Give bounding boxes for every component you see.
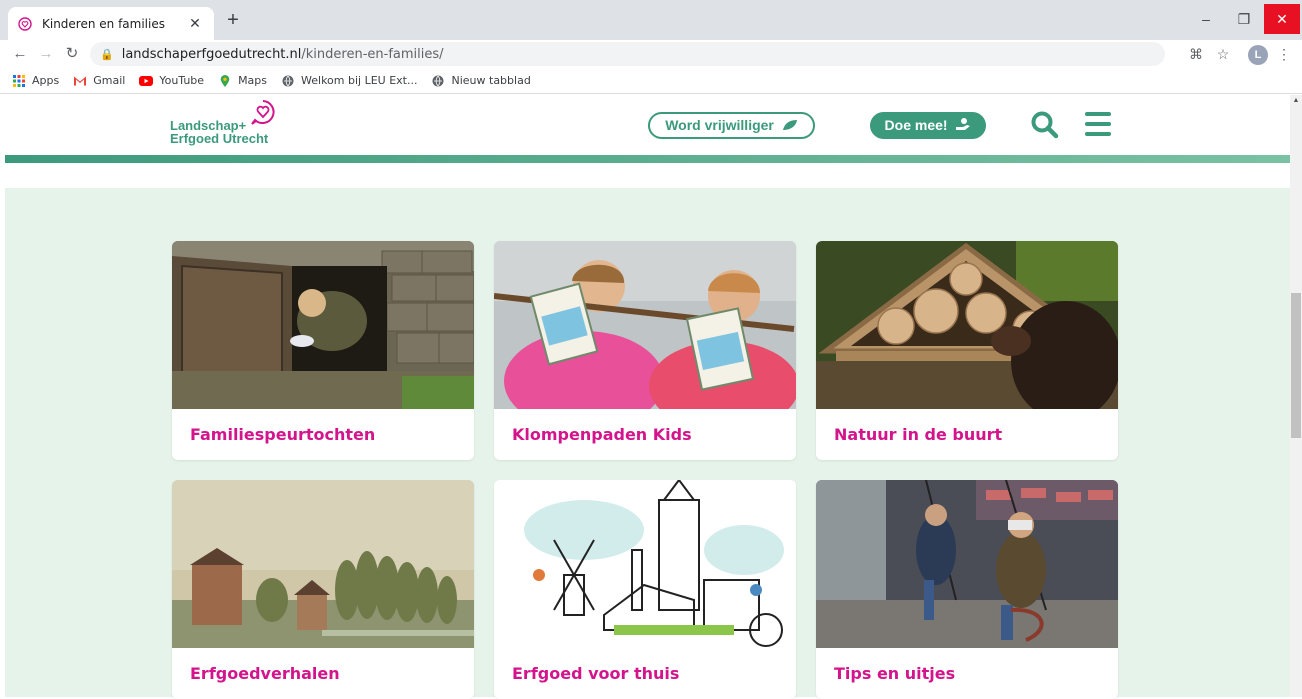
tab-close-icon[interactable]: ✕ bbox=[186, 15, 204, 32]
card-image bbox=[494, 241, 796, 409]
restore-icon[interactable]: ❐ bbox=[1226, 4, 1262, 34]
header-divider bbox=[5, 155, 1290, 163]
browser-tab-bar: Kinderen en families ✕ + – ❐ ✕ bbox=[0, 0, 1302, 40]
maps-pin-icon bbox=[220, 74, 230, 87]
bookmark-label: Welkom bij LEU Ext... bbox=[301, 74, 418, 87]
url-path: /kinderen-en-families/ bbox=[301, 46, 444, 62]
logo-line-2: Erfgoed Utrecht bbox=[170, 131, 269, 146]
window-close-icon[interactable]: ✕ bbox=[1264, 4, 1300, 34]
bookmark-leu[interactable]: Welkom bij LEU Ext... bbox=[281, 74, 417, 87]
card-image bbox=[172, 241, 474, 409]
join-label: Doe mee! bbox=[884, 117, 948, 133]
youtube-icon bbox=[139, 75, 154, 86]
bookmark-label: Gmail bbox=[93, 74, 126, 87]
tab-title: Kinderen en families bbox=[42, 16, 165, 31]
scrollbar-thumb[interactable] bbox=[1291, 293, 1301, 438]
bookmark-label: YouTube bbox=[159, 74, 205, 87]
address-bar-row: ← → ↻ 🔒 landschaperfgoedutrecht.nl/kinde… bbox=[0, 40, 1302, 68]
hamburger-menu-icon[interactable] bbox=[1085, 112, 1111, 136]
new-tab-icon[interactable]: + bbox=[222, 10, 244, 32]
leaf-icon bbox=[782, 115, 798, 138]
qr-code-icon[interactable]: ⌘ bbox=[1186, 44, 1206, 64]
card-title: Natuur in de buurt bbox=[834, 425, 1003, 444]
card-klompenpaden-kids[interactable]: Klompenpaden Kids bbox=[494, 241, 796, 460]
back-arrow-icon[interactable]: ← bbox=[10, 44, 30, 64]
card-image bbox=[816, 480, 1118, 648]
volunteer-label: Word vrijwilliger bbox=[665, 117, 774, 133]
site-header: Landschap+ Erfgoed Utrecht Word vrijwill… bbox=[0, 95, 1290, 155]
card-tips-en-uitjes[interactable]: Tips en uitjes bbox=[816, 480, 1118, 699]
browser-tab[interactable]: Kinderen en families ✕ bbox=[8, 7, 214, 40]
apps-grid-icon bbox=[13, 74, 25, 87]
volunteer-button[interactable]: Word vrijwilliger bbox=[648, 112, 815, 139]
reload-icon[interactable]: ↻ bbox=[62, 44, 82, 64]
heart-speech-icon bbox=[18, 16, 32, 31]
forward-arrow-icon[interactable]: → bbox=[36, 44, 56, 64]
bookmark-label: Maps bbox=[238, 74, 268, 87]
card-title: Erfgoed voor thuis bbox=[512, 664, 680, 683]
bookmark-label: Nieuw tabblad bbox=[451, 74, 531, 87]
bookmark-apps[interactable]: Apps bbox=[12, 74, 59, 87]
bookmarks-bar: Apps Gmail YouTube Maps Welkom bij LEU E… bbox=[0, 68, 1302, 94]
bookmark-label: Apps bbox=[32, 74, 60, 87]
card-image bbox=[816, 241, 1118, 409]
card-title: Tips en uitjes bbox=[834, 664, 956, 683]
profile-avatar[interactable]: L bbox=[1248, 45, 1268, 65]
card-title: Familiespeurtochten bbox=[190, 425, 376, 444]
bookmark-maps[interactable]: Maps bbox=[218, 74, 267, 87]
join-button[interactable]: Doe mee! bbox=[870, 112, 986, 139]
lock-icon: 🔒 bbox=[100, 47, 114, 61]
scroll-up-icon[interactable]: ▲ bbox=[1290, 97, 1302, 104]
bookmark-new-tab[interactable]: Nieuw tabblad bbox=[431, 74, 531, 87]
browser-menu-icon[interactable]: ⋮ bbox=[1274, 44, 1294, 64]
card-image bbox=[172, 480, 474, 648]
globe-icon bbox=[282, 75, 294, 86]
url-host: landschaperfgoedutrecht.nl bbox=[121, 46, 302, 62]
search-icon[interactable] bbox=[1030, 110, 1060, 140]
card-image bbox=[494, 480, 796, 648]
card-natuur-in-de-buurt[interactable]: Natuur in de buurt bbox=[816, 241, 1118, 460]
card-title: Klompenpaden Kids bbox=[512, 425, 692, 444]
heart-speech-icon bbox=[251, 100, 275, 125]
minimize-icon[interactable]: – bbox=[1188, 4, 1224, 34]
card-erfgoedverhalen[interactable]: Erfgoedverhalen bbox=[172, 480, 474, 699]
url-bar[interactable]: 🔒 landschaperfgoedutrecht.nl/kinderen-en… bbox=[90, 42, 1165, 66]
helping-hand-icon bbox=[955, 113, 971, 140]
gmail-icon bbox=[74, 76, 87, 85]
card-erfgoed-voor-thuis[interactable]: Erfgoed voor thuis bbox=[494, 480, 796, 699]
card-familiespeurtochten[interactable]: Familiespeurtochten bbox=[172, 241, 474, 460]
bookmark-star-icon[interactable]: ☆ bbox=[1213, 44, 1233, 64]
site-logo[interactable]: Landschap+ Erfgoed Utrecht bbox=[170, 99, 300, 151]
bookmark-gmail[interactable]: Gmail bbox=[73, 74, 125, 87]
bookmark-youtube[interactable]: YouTube bbox=[139, 74, 204, 87]
card-title: Erfgoedverhalen bbox=[190, 664, 340, 683]
globe-icon bbox=[432, 75, 444, 86]
